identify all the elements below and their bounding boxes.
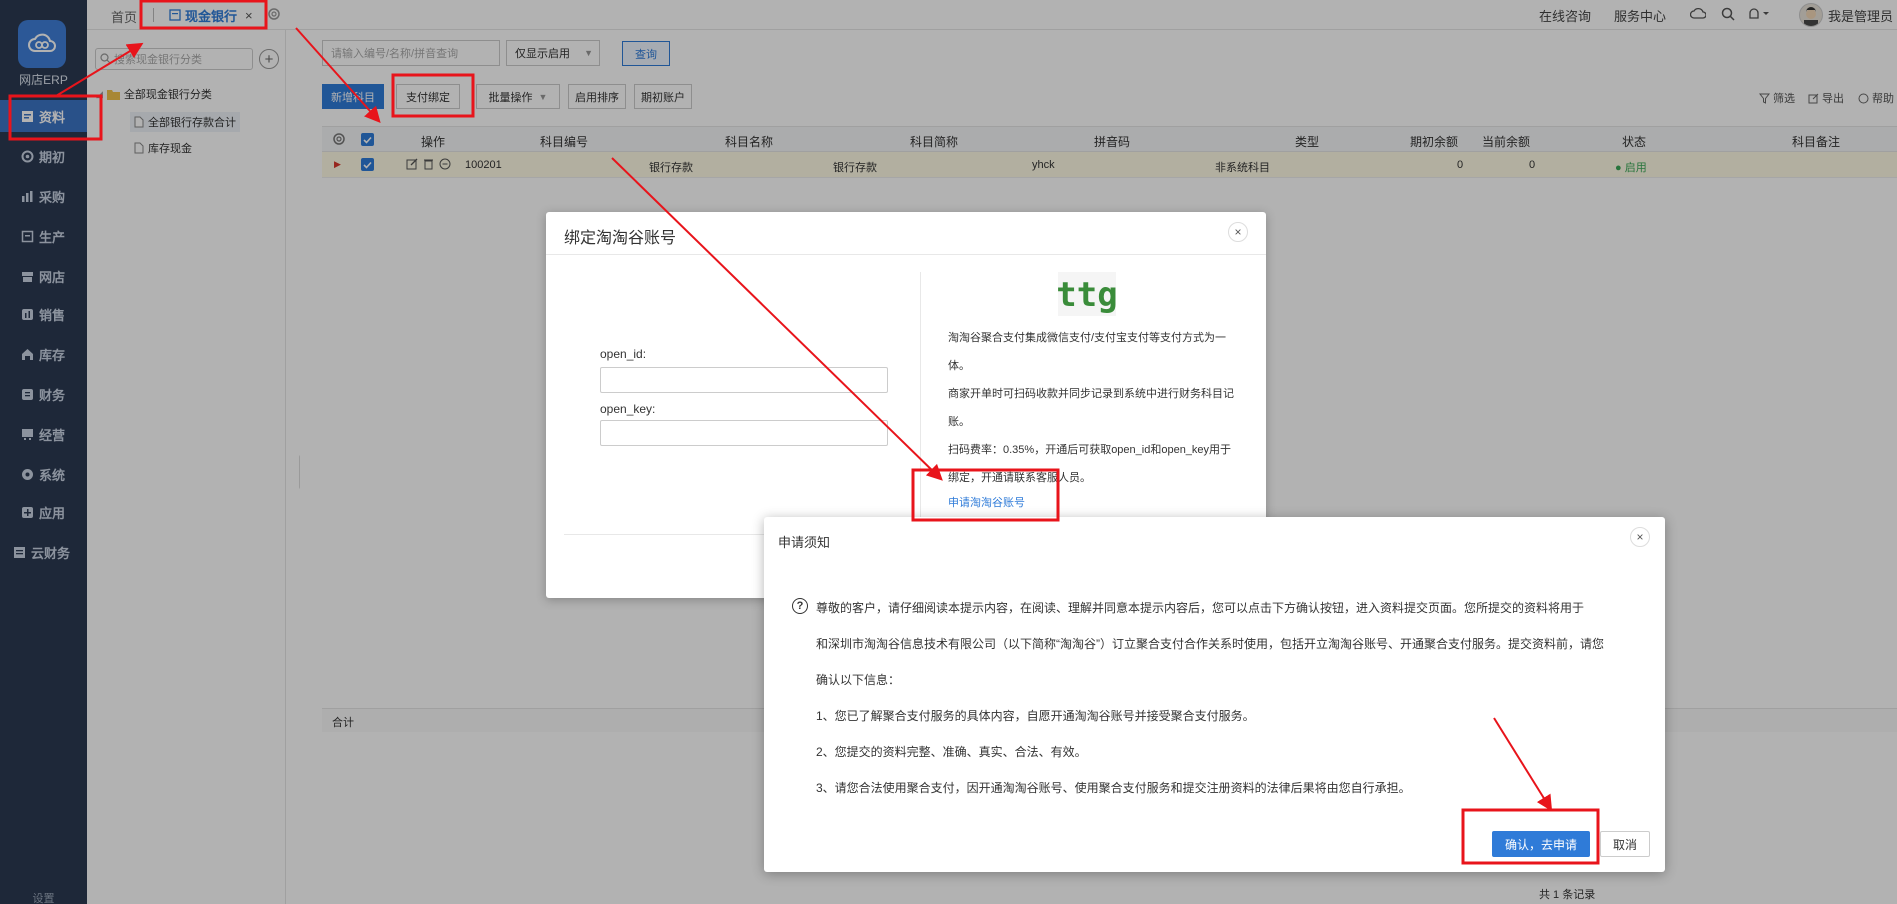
open-key-label: open_key:	[600, 402, 656, 416]
divider	[920, 272, 921, 526]
open-id-label: open_id:	[600, 347, 647, 361]
bind-description-1: 淘淘谷聚合支付集成微信支付/支付宝支付等支付方式为一体。	[948, 332, 1227, 372]
notice-paragraph: 尊敬的客户，请仔细阅读本提示内容，在阅读、理解并同意本提示内容后，您可以点击下方…	[816, 601, 1585, 615]
bind-description-2: 商家开单时可扫码收款并同步记录到系统中进行财务科目记账。	[948, 388, 1234, 428]
dialog-title: 申请须知	[778, 535, 831, 550]
dialog-title: 绑定淘淘谷账号	[564, 230, 677, 247]
confirm-apply-button[interactable]: 确认，去申请	[1492, 831, 1590, 857]
logo-text: ttg	[1058, 275, 1116, 315]
notice-paragraph: 确认以下信息：	[816, 673, 901, 687]
close-icon[interactable]: ×	[1228, 222, 1248, 242]
notice-item: 3、请您合法使用聚合支付，因开通淘淘谷账号、使用聚合支付服务和提交注册资料的法律…	[816, 781, 1411, 795]
notice-paragraph: 和深圳市淘淘谷信息技术有限公司（以下简称“淘淘谷”）订立聚合支付合作关系时使用，…	[816, 637, 1604, 651]
apply-account-link[interactable]: 申请淘淘谷账号	[948, 494, 1025, 510]
divider	[546, 254, 1266, 255]
cancel-button[interactable]: 取消	[1600, 831, 1650, 857]
open-key-input[interactable]	[600, 420, 888, 446]
notice-item: 2、您提交的资料完整、准确、真实、合法、有效。	[816, 745, 1087, 759]
question-icon: ?	[792, 598, 808, 614]
close-icon[interactable]: ×	[1630, 527, 1650, 547]
notice-item: 1、您已了解聚合支付服务的具体内容，自愿开通淘淘谷账号并接受聚合支付服务。	[816, 709, 1255, 723]
open-id-input[interactable]	[600, 367, 888, 393]
bind-description-3: 扫码费率：0.35%，开通后可获取open_id和open_key用于绑定，开通…	[948, 444, 1232, 484]
application-notice-dialog: 申请须知 × ? 尊敬的客户，请仔细阅读本提示内容，在阅读、理解并同意本提示内容…	[764, 517, 1665, 872]
ttg-logo: ttg	[1058, 272, 1116, 316]
